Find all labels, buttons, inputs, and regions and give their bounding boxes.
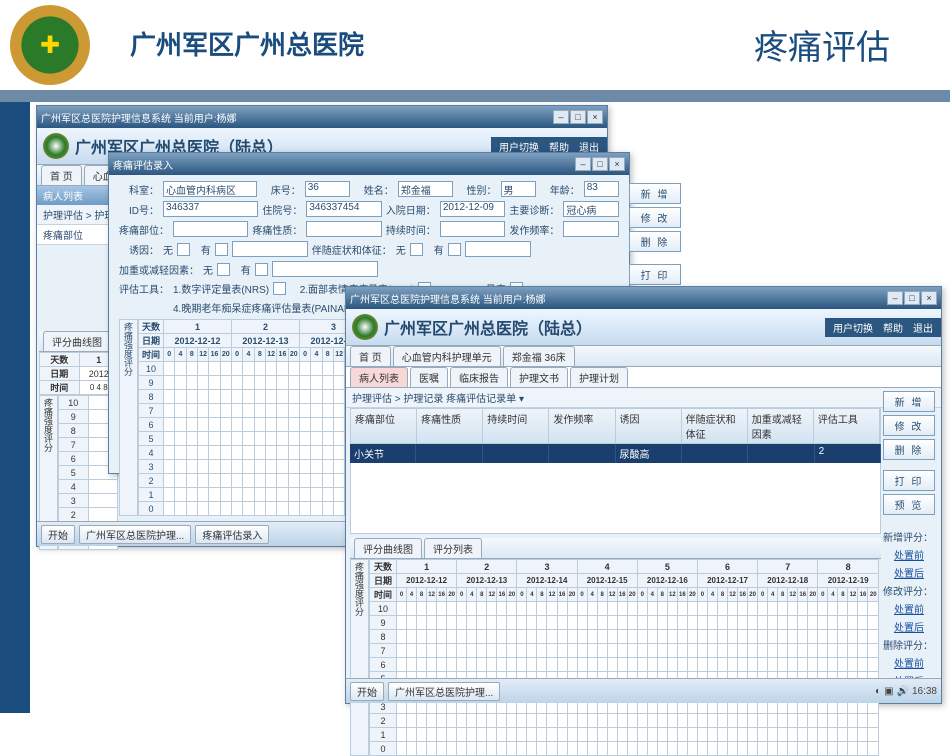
w3-new[interactable]: 新 增 bbox=[883, 391, 935, 412]
cause-has-chk[interactable] bbox=[215, 243, 228, 256]
seal-icon bbox=[352, 314, 378, 340]
w3-tab-home[interactable]: 首 页 bbox=[350, 346, 391, 366]
w3-task1[interactable]: 广州军区总医院护理... bbox=[388, 682, 500, 701]
name-input[interactable]: 郑金福 bbox=[398, 181, 453, 197]
w3-start[interactable]: 开始 bbox=[350, 682, 384, 701]
hospno-input[interactable]: 346337454 bbox=[306, 201, 381, 217]
tool1-chk[interactable] bbox=[273, 282, 286, 295]
diag-input[interactable]: 冠心病 bbox=[563, 201, 619, 217]
win3-title: 广州军区总医院护理信息系统 当前用户:杨娜 bbox=[350, 291, 546, 306]
win2-title: 疼痛评估录入 bbox=[113, 157, 173, 172]
sex-input[interactable]: 男 bbox=[501, 181, 536, 197]
start-button[interactable]: 开始 bbox=[41, 525, 75, 544]
win1-grid: 天数1 日期2012 时间0 4 8 bbox=[39, 352, 119, 395]
new-button[interactable]: 新 增 bbox=[629, 183, 681, 204]
sec-tab-reports[interactable]: 临床报告 bbox=[450, 367, 508, 387]
accomp-none-chk[interactable] bbox=[410, 243, 423, 256]
sec-tab-patients[interactable]: 病人列表 bbox=[350, 367, 408, 387]
w3-graph-tab-1[interactable]: 评分曲线图 bbox=[354, 538, 422, 558]
link-after-2[interactable]: 处置后 bbox=[883, 619, 935, 634]
w3-tab-patient[interactable]: 郑金福 36床 bbox=[503, 346, 575, 366]
win3-controls[interactable]: –□× bbox=[886, 291, 937, 305]
decorative-bar bbox=[0, 90, 950, 102]
link-before-3[interactable]: 处置前 bbox=[883, 655, 935, 670]
page-title: 疼痛评估 bbox=[754, 20, 890, 69]
bed-input[interactable]: 36 bbox=[305, 181, 350, 197]
link-after-1[interactable]: 处置后 bbox=[883, 565, 935, 580]
print-button[interactable]: 打 印 bbox=[629, 264, 681, 285]
win1-title: 广州军区总医院护理信息系统 当前用户:杨娜 bbox=[41, 110, 237, 125]
win3-breadcrumb: 护理评估 > 护理记录 疼痛评估记录单 ▾ bbox=[346, 388, 941, 408]
logout[interactable]: 退出 bbox=[913, 320, 933, 335]
list-row[interactable]: 小关节尿酸高2 bbox=[350, 444, 881, 463]
w3-tab-ward[interactable]: 心血管内科护理单元 bbox=[393, 346, 501, 366]
site-input[interactable] bbox=[173, 221, 248, 237]
w3-del[interactable]: 删 除 bbox=[883, 439, 935, 460]
link-before-2[interactable]: 处置前 bbox=[883, 601, 935, 616]
help[interactable]: 帮助 bbox=[883, 320, 903, 335]
edit-button[interactable]: 修 改 bbox=[629, 207, 681, 228]
window-front: 广州军区总医院护理信息系统 当前用户:杨娜 –□× 广州军区广州总医院（陆总） … bbox=[345, 286, 942, 704]
dept-input[interactable]: 心血管内科病区 bbox=[163, 181, 257, 197]
nature-input[interactable] bbox=[306, 221, 381, 237]
sec-tab-docs[interactable]: 护理文书 bbox=[510, 367, 568, 387]
id-input[interactable]: 346337 bbox=[163, 201, 258, 217]
hospital-logo: ✚ bbox=[10, 5, 90, 85]
list-header: 疼痛部位疼痛性质持续时间发作频率诱因伴随症状和体征加重或减轻因素评估工具 bbox=[350, 408, 881, 444]
win2-controls[interactable]: –□× bbox=[574, 157, 625, 171]
tray: ◐ ▣ 🔊 16:38 bbox=[875, 686, 937, 697]
tray-icon: 🔊 bbox=[897, 686, 909, 697]
user-switch[interactable]: 用户切换 bbox=[833, 320, 873, 335]
tab-home[interactable]: 首 页 bbox=[41, 165, 82, 185]
w3-edit[interactable]: 修 改 bbox=[883, 415, 935, 436]
freq-input[interactable] bbox=[563, 221, 619, 237]
accomp-has-chk[interactable] bbox=[448, 243, 461, 256]
clock: 16:38 bbox=[912, 686, 937, 697]
win1-titlebar[interactable]: 广州军区总医院护理信息系统 当前用户:杨娜 –□× bbox=[37, 106, 607, 128]
tray-icon: ◐ bbox=[875, 686, 881, 697]
win3-org-text: 广州军区广州总医院（陆总） bbox=[384, 315, 592, 339]
w3-print[interactable]: 打 印 bbox=[883, 470, 935, 491]
duration-input[interactable] bbox=[440, 221, 506, 237]
sec-tab-orders[interactable]: 医嘱 bbox=[410, 367, 448, 387]
del-button[interactable]: 删 除 bbox=[629, 231, 681, 252]
factor-none-chk[interactable] bbox=[217, 263, 230, 276]
win1-controls[interactable]: –□× bbox=[552, 110, 603, 124]
graph-tab-1[interactable]: 评分曲线图 bbox=[43, 331, 111, 351]
hospital-name: 广州军区广州总医院 bbox=[130, 25, 364, 62]
link-before-1[interactable]: 处置前 bbox=[883, 547, 935, 562]
side-shape bbox=[0, 102, 30, 713]
seal-icon bbox=[43, 133, 69, 159]
tray-icon: ▣ bbox=[884, 686, 893, 697]
cause-none-chk[interactable] bbox=[177, 243, 190, 256]
sec-tab-plan[interactable]: 护理计划 bbox=[570, 367, 628, 387]
factor-has-chk[interactable] bbox=[255, 263, 268, 276]
w3-graph-tab-2[interactable]: 评分列表 bbox=[424, 538, 482, 558]
age-input[interactable]: 83 bbox=[584, 181, 619, 197]
w3-preview[interactable]: 预 览 bbox=[883, 494, 935, 515]
admit-input[interactable]: 2012-12-09 bbox=[440, 201, 506, 217]
